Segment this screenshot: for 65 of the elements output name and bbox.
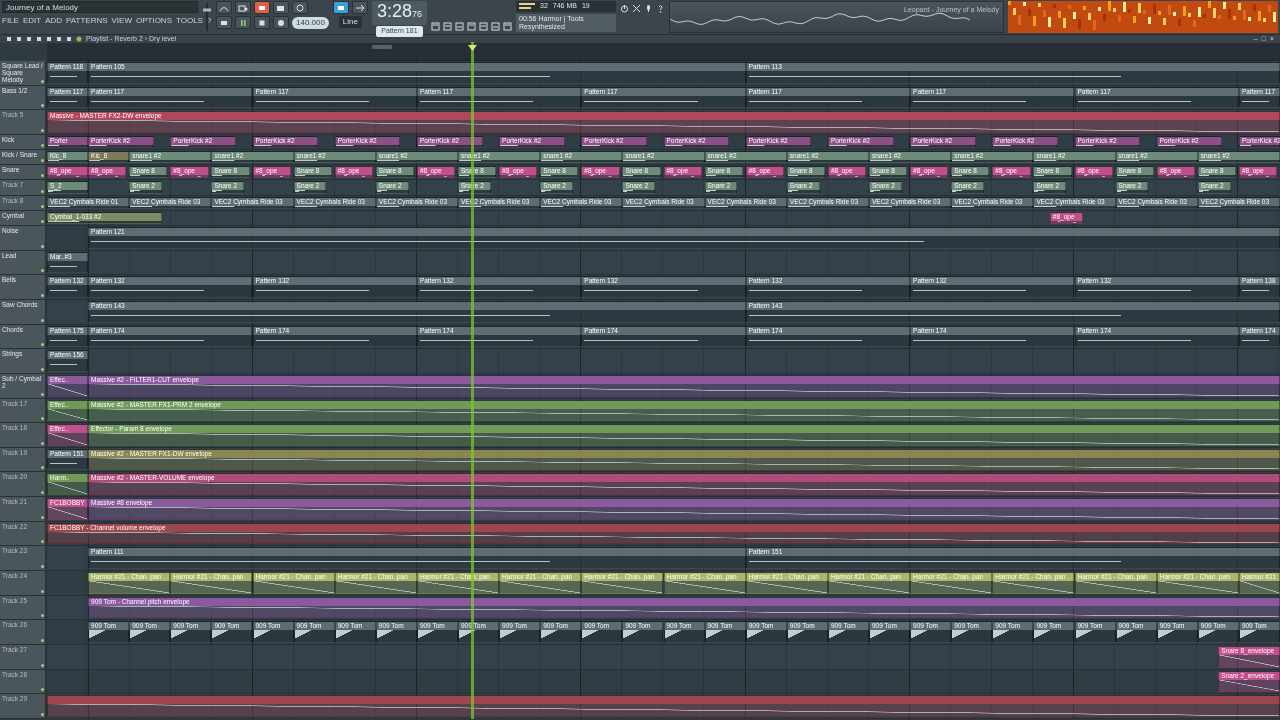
typing-keyboard-button[interactable] bbox=[332, 1, 349, 14]
microphone-icon[interactable] bbox=[644, 4, 653, 13]
menu-item[interactable]: OPTIONS bbox=[135, 15, 172, 27]
snap-selector[interactable]: Line bbox=[338, 16, 362, 28]
mute-led-icon[interactable] bbox=[41, 712, 44, 716]
power-icon[interactable] bbox=[620, 4, 629, 13]
mute-led-icon[interactable] bbox=[41, 663, 44, 667]
mute-led-icon[interactable] bbox=[41, 589, 44, 593]
mute-led-icon[interactable] bbox=[41, 79, 44, 83]
playhead-marker-icon[interactable] bbox=[467, 45, 477, 51]
pause-button[interactable] bbox=[235, 16, 251, 29]
step-edit-icon bbox=[354, 3, 365, 12]
cpu-meter-icon bbox=[519, 2, 535, 11]
record-button[interactable] bbox=[273, 16, 289, 29]
wait-button[interactable] bbox=[292, 1, 308, 14]
mute-led-icon[interactable] bbox=[41, 144, 44, 148]
help-icon[interactable] bbox=[656, 4, 665, 13]
playlist-clip[interactable] bbox=[47, 695, 1280, 717]
mute-led-icon[interactable] bbox=[41, 244, 44, 248]
pattern-song-button[interactable] bbox=[216, 16, 232, 29]
mute-led-icon[interactable] bbox=[41, 441, 44, 445]
mute-led-icon[interactable] bbox=[41, 491, 44, 495]
mute-led-icon[interactable] bbox=[41, 159, 44, 163]
mute-led-icon[interactable] bbox=[41, 417, 44, 421]
slider-thumb[interactable] bbox=[203, 8, 211, 12]
mute-led-icon[interactable] bbox=[41, 269, 44, 273]
mute-led-icon[interactable] bbox=[41, 220, 44, 224]
record-icon bbox=[276, 18, 286, 27]
pause-icon bbox=[238, 18, 248, 27]
stop-icon bbox=[257, 18, 267, 27]
time-display: 3:2876 bbox=[371, 1, 427, 25]
output-button[interactable] bbox=[273, 1, 289, 14]
mute-led-icon[interactable] bbox=[41, 614, 44, 618]
menu-item[interactable]: ADD bbox=[45, 15, 63, 27]
stop-button[interactable] bbox=[254, 16, 270, 29]
metronome-button[interactable] bbox=[216, 1, 232, 14]
mute-led-icon[interactable] bbox=[41, 128, 44, 132]
mute-led-icon[interactable] bbox=[41, 638, 44, 642]
menu-item[interactable]: TOOLS bbox=[176, 15, 203, 27]
menu-item[interactable]: PATTERNS bbox=[66, 15, 108, 27]
tempo-display[interactable]: 140.000 bbox=[292, 16, 329, 29]
mute-led-icon[interactable] bbox=[41, 293, 44, 297]
tools-icon[interactable] bbox=[632, 4, 641, 13]
menu-item[interactable]: ? bbox=[206, 15, 212, 27]
mute-led-icon[interactable] bbox=[41, 367, 44, 371]
mute-led-icon[interactable] bbox=[41, 515, 44, 519]
mute-led-icon[interactable] bbox=[41, 318, 44, 322]
mute-led-icon[interactable] bbox=[41, 540, 44, 544]
mute-led-icon[interactable] bbox=[41, 174, 44, 178]
mute-led-icon[interactable] bbox=[41, 688, 44, 692]
step-edit-button[interactable] bbox=[351, 1, 368, 14]
mute-led-icon[interactable] bbox=[41, 392, 44, 396]
record-mode-button[interactable] bbox=[254, 1, 270, 14]
mute-led-icon[interactable] bbox=[41, 343, 44, 347]
menu-item[interactable]: VIEW bbox=[111, 15, 132, 27]
mute-led-icon[interactable] bbox=[41, 466, 44, 470]
tool-button[interactable] bbox=[235, 1, 251, 14]
scrollbar-thumb[interactable] bbox=[372, 45, 392, 49]
mute-led-icon[interactable] bbox=[41, 189, 44, 193]
menu-item[interactable]: FILE bbox=[2, 15, 19, 27]
menu-item[interactable]: EDIT bbox=[22, 15, 42, 27]
mute-led-icon[interactable] bbox=[41, 104, 44, 108]
window-title: Journey of a Melody bbox=[2, 1, 198, 13]
master-volume-slider[interactable] bbox=[202, 1, 212, 33]
mute-led-icon[interactable] bbox=[41, 204, 44, 208]
